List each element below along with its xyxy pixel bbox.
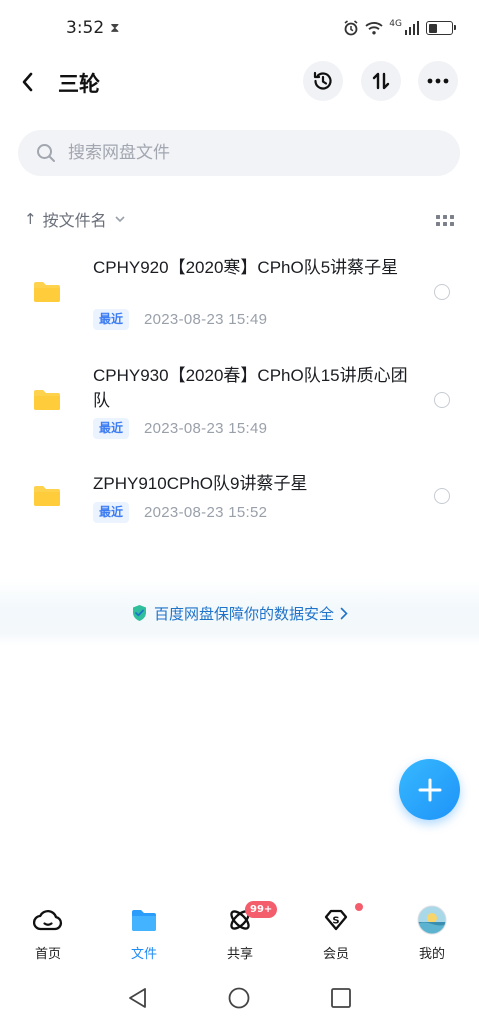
select-radio[interactable] (434, 488, 450, 504)
select-radio[interactable] (434, 392, 450, 408)
grid-view-icon (436, 215, 454, 226)
recent-badge: 最近 (93, 309, 130, 330)
grid-view-button[interactable] (436, 212, 454, 231)
security-text: 百度网盘保障你的数据安全 (153, 604, 334, 623)
recent-badge: 最近 (93, 418, 130, 439)
status-time: 3:52 (66, 18, 105, 38)
chevron-left-icon (22, 72, 33, 92)
sort-arrows-icon (372, 72, 390, 90)
folder-icon (34, 486, 60, 506)
more-button[interactable] (418, 61, 458, 101)
shield-icon (132, 605, 146, 621)
folder-icon (132, 910, 156, 931)
sort-by-button[interactable]: ↑ 按文件名 (24, 207, 125, 231)
sort-row: ↑ 按文件名 (24, 206, 454, 232)
list-item[interactable]: CPHY930【2020春】CPhO队15讲质心团队 最近 2023-08-23… (0, 358, 479, 448)
file-name: CPHY920【2020寒】CPhO队5讲蔡子星 (93, 258, 399, 277)
recents-square-icon[interactable] (330, 987, 352, 1009)
alarm-icon (344, 20, 358, 36)
home-circle-icon[interactable] (228, 987, 250, 1009)
file-date: 2023-08-23 15:49 (144, 311, 268, 328)
status-bar: 3:52 ⧗ 4G (0, 0, 479, 56)
avatar-icon (417, 905, 447, 935)
file-date: 2023-08-23 15:52 (144, 504, 268, 521)
file-date: 2023-08-23 15:49 (144, 420, 268, 437)
sort-toggle-button[interactable] (361, 61, 401, 101)
chevron-right-icon (340, 607, 348, 619)
nav-me[interactable]: 我的 (384, 896, 479, 972)
search-icon (37, 144, 55, 162)
signal-icon (405, 21, 419, 35)
select-radio[interactable] (434, 284, 450, 300)
battery-icon (426, 21, 456, 35)
chevron-down-icon (115, 215, 125, 222)
vip-diamond-icon: S (324, 909, 348, 931)
svg-text:S: S (332, 916, 339, 927)
system-nav-bar (0, 972, 479, 1024)
file-name: ZPHY910CPhO队9讲蔡子星 (93, 474, 308, 493)
plus-icon (418, 778, 441, 801)
count-badge: 99+ (245, 901, 278, 918)
sort-label: 按文件名 (42, 211, 107, 230)
list-item[interactable]: ZPHY910CPhO队9讲蔡子星 最近 2023-08-23 15:52 (0, 468, 479, 530)
cloud-home-icon (33, 910, 63, 931)
search-input[interactable] (68, 143, 408, 163)
search-bar[interactable] (18, 130, 460, 176)
nav-label: 首页 (34, 947, 61, 962)
status-icons: 4G (343, 19, 456, 36)
back-triangle-icon[interactable] (127, 987, 149, 1009)
status-time-group: 3:52 ⧗ (66, 18, 119, 38)
file-name: CPHY930【2020春】CPhO队15讲质心团队 (93, 366, 408, 410)
nav-label: 文件 (130, 947, 157, 962)
history-button[interactable] (303, 61, 343, 101)
folder-icon (34, 282, 60, 302)
notification-dot (355, 903, 363, 911)
nav-label: 我的 (418, 947, 445, 962)
page-title: 三轮 (58, 72, 100, 96)
list-item[interactable]: CPHY920【2020寒】CPhO队5讲蔡子星 最近 2023-08-23 1… (0, 250, 479, 340)
recent-badge: 最近 (93, 502, 130, 523)
bottom-nav: 首页 文件 99+ 共享 S 会员 我的 (0, 896, 479, 972)
back-button[interactable] (20, 68, 44, 96)
nav-home[interactable]: 首页 (0, 896, 96, 972)
security-banner[interactable]: 百度网盘保障你的数据安全 (0, 580, 479, 646)
nav-label: 会员 (322, 947, 349, 962)
nav-label: 共享 (226, 947, 253, 962)
history-icon (313, 71, 332, 90)
hourglass-icon: ⧗ (110, 20, 120, 36)
nav-share[interactable]: 99+ 共享 (192, 896, 288, 972)
wifi-icon (365, 22, 383, 35)
more-dots-icon (427, 78, 449, 84)
network-type: 4G (389, 19, 402, 29)
nav-files[interactable]: 文件 (96, 896, 192, 972)
add-button[interactable] (399, 759, 460, 820)
folder-icon (34, 390, 60, 410)
nav-vip[interactable]: S 会员 (288, 896, 384, 972)
header-bar: 三轮 (0, 56, 479, 108)
arrow-up-icon: ↑ (24, 210, 37, 228)
